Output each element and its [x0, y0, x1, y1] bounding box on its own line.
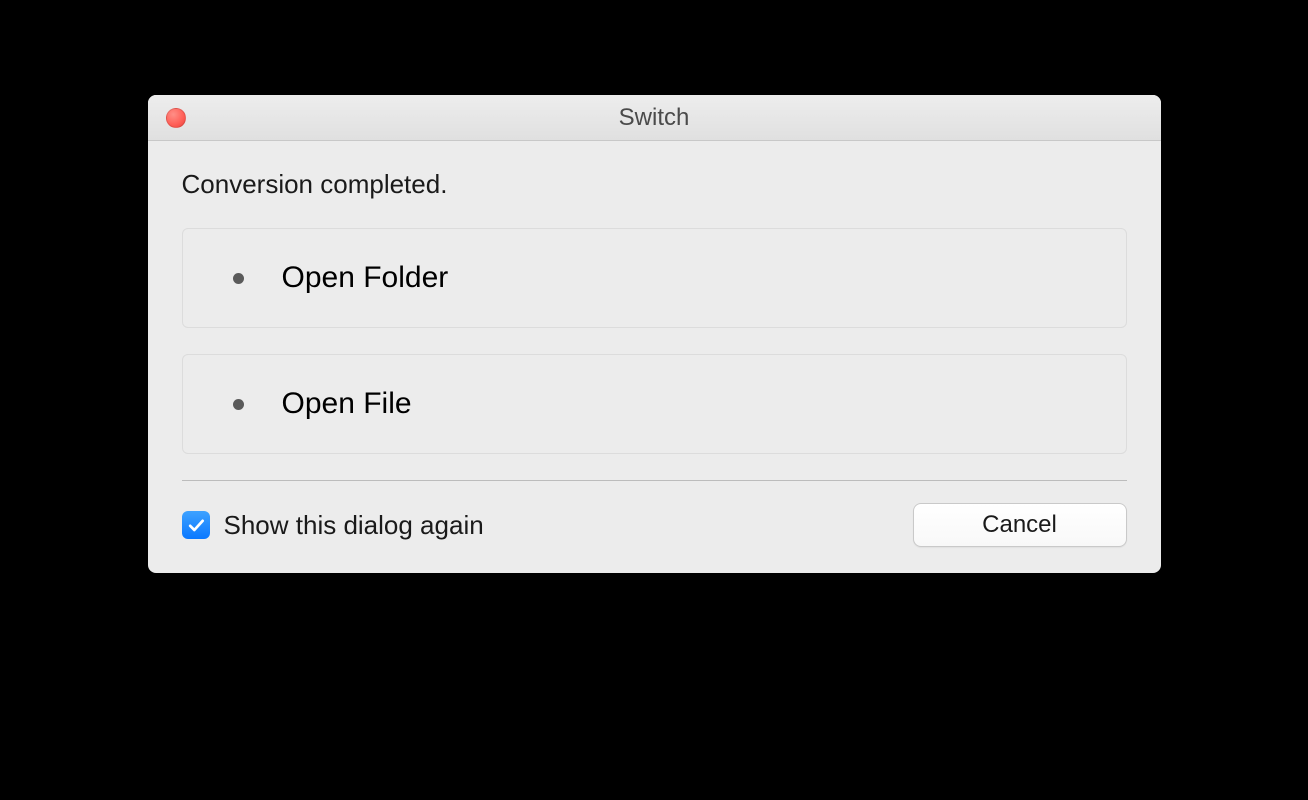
- cancel-button[interactable]: Cancel: [913, 503, 1127, 547]
- status-message: Conversion completed.: [182, 169, 1127, 200]
- bullet-icon: [233, 273, 244, 284]
- dialog-content: Conversion completed. Open Folder Open F…: [148, 141, 1161, 573]
- checkbox-box: [182, 511, 210, 539]
- dialog-footer: Show this dialog again Cancel: [182, 503, 1127, 547]
- open-file-label: Open File: [282, 387, 412, 421]
- open-file-button[interactable]: Open File: [182, 354, 1127, 454]
- titlebar: Switch: [148, 95, 1161, 141]
- check-icon: [186, 515, 206, 535]
- cancel-label: Cancel: [982, 511, 1057, 539]
- window-title: Switch: [619, 104, 690, 132]
- dialog-window: Switch Conversion completed. Open Folder…: [148, 95, 1161, 573]
- checkbox-label: Show this dialog again: [224, 510, 484, 541]
- open-folder-label: Open Folder: [282, 261, 449, 295]
- separator: [182, 480, 1127, 481]
- bullet-icon: [233, 399, 244, 410]
- close-button[interactable]: [166, 108, 186, 128]
- open-folder-button[interactable]: Open Folder: [182, 228, 1127, 328]
- show-again-checkbox[interactable]: Show this dialog again: [182, 510, 484, 541]
